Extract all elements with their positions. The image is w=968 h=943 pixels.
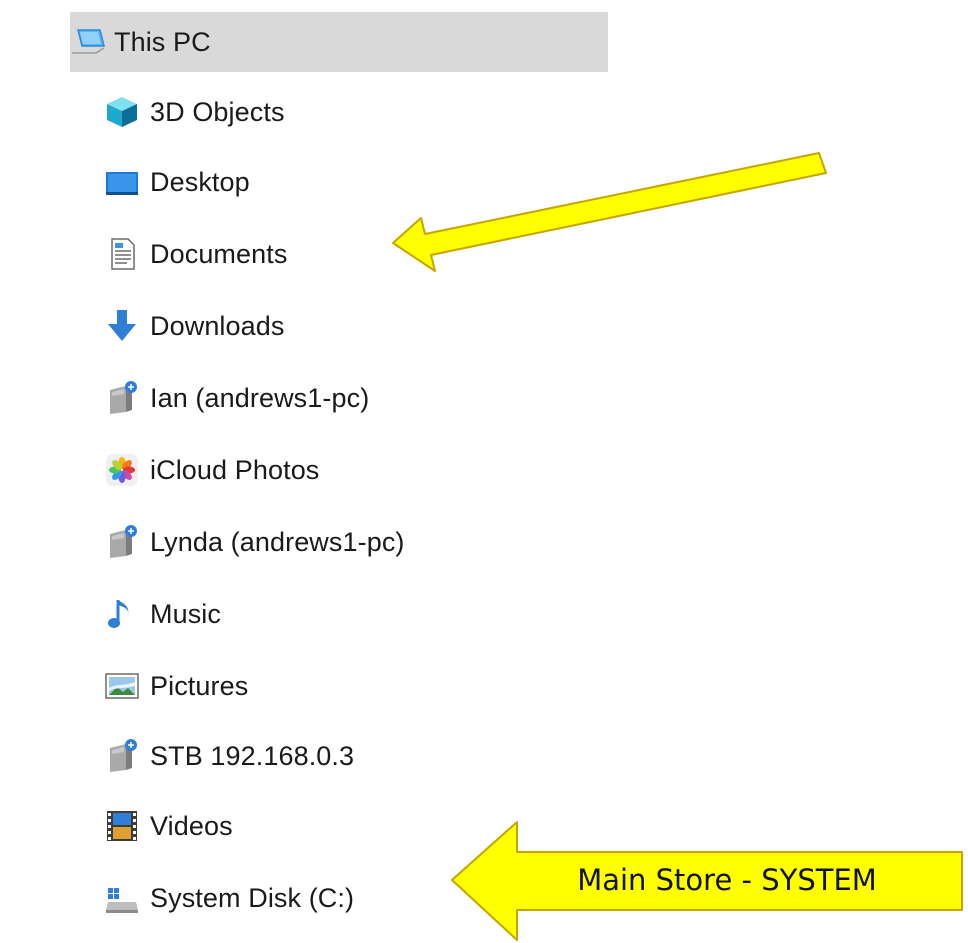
tree-item-label: Downloads bbox=[150, 310, 285, 341]
icloud-photos-icon bbox=[104, 452, 140, 488]
network-drive-icon bbox=[104, 738, 140, 774]
tree-item-this-pc[interactable]: This PC bbox=[70, 12, 608, 72]
desktop-icon bbox=[104, 164, 140, 200]
tree-item-stb-192-168-0-3[interactable]: STB 192.168.0.3 bbox=[104, 726, 624, 786]
3d-objects-icon bbox=[104, 94, 140, 130]
tree-item-downloads[interactable]: Downloads bbox=[104, 296, 624, 356]
system-disk-icon bbox=[104, 880, 140, 916]
music-icon bbox=[104, 596, 140, 632]
network-drive-icon bbox=[104, 524, 140, 560]
tree-item-3d-objects[interactable]: 3D Objects bbox=[104, 82, 624, 142]
downloads-icon bbox=[104, 308, 140, 344]
tree-item-label: Music bbox=[150, 598, 222, 629]
documents-icon bbox=[104, 236, 140, 272]
tree-item-icloud-photos[interactable]: iCloud Photos bbox=[104, 440, 624, 500]
tree-item-label: iCloud Photos bbox=[150, 454, 320, 485]
tree-item-label: 3D Objects bbox=[150, 96, 285, 127]
tree-item-label: Desktop bbox=[150, 166, 250, 197]
tree-item-lynda-andrews1-pc[interactable]: Lynda (andrews1-pc) bbox=[104, 512, 624, 572]
tree-item-label: STB 192.168.0.3 bbox=[150, 740, 355, 771]
tree-item-label: This PC bbox=[114, 26, 211, 57]
callout-label: Main Store - SYSTEM bbox=[577, 863, 877, 897]
tree-item-desktop[interactable]: Desktop bbox=[104, 152, 624, 212]
pictures-icon bbox=[104, 668, 140, 704]
tree-item-label: System Disk (C:) bbox=[150, 882, 355, 913]
videos-icon bbox=[104, 808, 140, 844]
tree-item-label: Lynda (andrews1-pc) bbox=[150, 526, 405, 557]
tree-item-music[interactable]: Music bbox=[104, 584, 624, 644]
tree-item-pictures[interactable]: Pictures bbox=[104, 656, 624, 716]
network-drive-icon bbox=[104, 380, 140, 416]
tree-item-label: Pictures bbox=[150, 670, 249, 701]
tree-item-label: Documents bbox=[150, 238, 288, 269]
tree-item-documents[interactable]: Documents bbox=[104, 224, 624, 284]
navigation-tree: This PC 3D Objects Desktop Documents Dow… bbox=[0, 0, 968, 943]
tree-item-videos[interactable]: Videos bbox=[104, 796, 624, 856]
tree-item-ian-andrews1-pc[interactable]: Ian (andrews1-pc) bbox=[104, 368, 624, 428]
tree-item-label: Videos bbox=[150, 810, 233, 841]
this-pc-icon bbox=[70, 24, 110, 60]
tree-item-label: Ian (andrews1-pc) bbox=[150, 382, 370, 413]
